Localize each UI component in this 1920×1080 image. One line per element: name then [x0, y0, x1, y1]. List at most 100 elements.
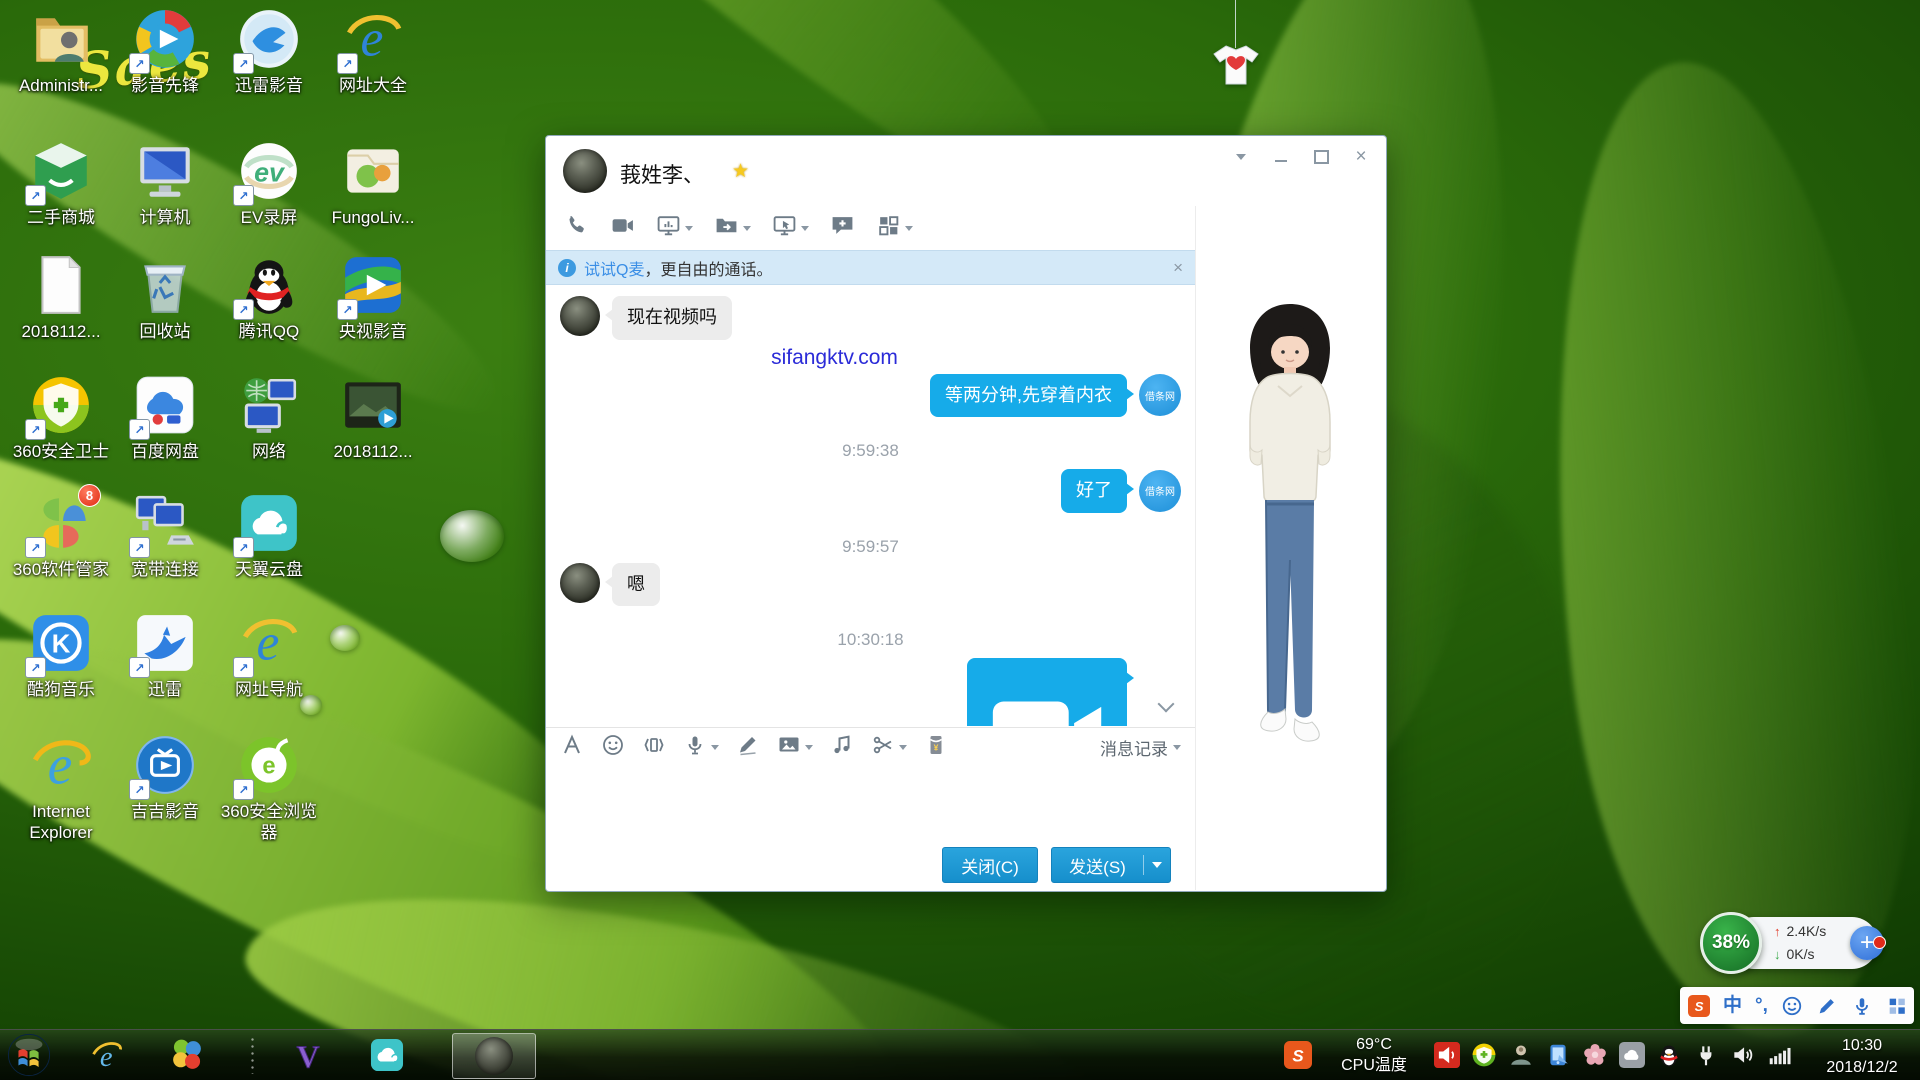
self-avatar[interactable]: 借条网 — [1139, 470, 1181, 512]
desktop-icon-baidu-13[interactable]: ↗百度网盘 — [114, 372, 216, 463]
ime-logo-icon[interactable]: S — [1688, 995, 1710, 1017]
screenshot-caret-icon[interactable] — [899, 745, 907, 750]
desktop-icon-network-14[interactable]: 网络 — [218, 372, 320, 463]
ime-mode-chinese[interactable]: 中 — [1723, 996, 1742, 1015]
message-bubble[interactable]: 嗯 — [612, 563, 660, 607]
font-format-button[interactable] — [560, 733, 584, 762]
desktop-icon-xunlei-20[interactable]: ↗迅雷 — [114, 610, 216, 701]
desktop-icon-jiji-23[interactable]: ↗吉吉影音 — [114, 732, 216, 823]
send-button[interactable]: 发送(S) — [1051, 847, 1171, 883]
peer-avatar[interactable] — [560, 296, 600, 336]
desktop-icon-ie-21[interactable]: e↗网址导航 — [218, 610, 320, 701]
more-apps-caret-icon[interactable] — [905, 226, 913, 231]
desktop-icon-ie-3[interactable]: e↗网址大全 — [322, 6, 424, 97]
desktop-icon-thunderPlay-2[interactable]: ↗迅雷影音 — [218, 6, 320, 97]
taskbar-v-app[interactable]: V — [288, 1035, 328, 1075]
send-file-caret-icon[interactable] — [743, 226, 751, 231]
desktop-icon-shield360-12[interactable]: ↗360安全卫士 — [10, 372, 112, 463]
red-packet-button[interactable]: ¥ — [924, 733, 948, 762]
power-tray-icon[interactable] — [1693, 1042, 1719, 1068]
desktop-icon-ev-6[interactable]: ev↗EV录屏 — [218, 138, 320, 229]
qq-tray-icon[interactable] — [1656, 1042, 1682, 1068]
taskbar-clock[interactable]: 10:30 2018/12/2 — [1812, 1035, 1912, 1078]
voice-call-button[interactable] — [564, 213, 589, 243]
send-image-caret-icon[interactable] — [805, 745, 813, 750]
ime-punctuation[interactable]: °, — [1755, 996, 1768, 1015]
voice-message-button[interactable] — [683, 733, 719, 762]
qmai-tip-link[interactable]: 试试Q麦 — [584, 256, 644, 280]
ime-voice-icon[interactable] — [1851, 995, 1873, 1017]
create-group-chat-button[interactable] — [830, 213, 855, 243]
contact-avatar[interactable] — [563, 149, 607, 193]
desktop-icon-cloudTeal-18[interactable]: ↗天翼云盘 — [218, 490, 320, 581]
desktop-icon-broadband-17[interactable]: ↗宽带连接 — [114, 490, 216, 581]
flower-app-tray-icon[interactable] — [1582, 1042, 1608, 1068]
net-speed-widget[interactable]: 38% ↑2.4K/s ↓0K/s + — [1700, 912, 1884, 974]
handwriting-button[interactable] — [736, 733, 760, 762]
send-image-button[interactable] — [777, 733, 813, 762]
music-share-button[interactable] — [830, 733, 854, 762]
desktop-icon-fungo-7[interactable]: FungoLiv... — [322, 138, 424, 229]
send-options-caret-icon[interactable] — [1144, 862, 1170, 868]
scroll-to-bottom-icon[interactable] — [1154, 696, 1180, 716]
screenshot-button[interactable] — [871, 733, 907, 762]
qq-show-panel[interactable] — [1195, 206, 1385, 890]
ime-handwriting-icon[interactable] — [1816, 995, 1838, 1017]
desktop-icon-doc-8[interactable]: 2018112... — [10, 252, 112, 343]
tip-close-icon[interactable] — [1173, 258, 1183, 278]
taskbar-ie[interactable]: e — [88, 1036, 126, 1074]
screen-share-button[interactable] — [656, 213, 693, 243]
maximize-button[interactable] — [1310, 147, 1332, 167]
desktop-icon-cctv-11[interactable]: ↗央视影音 — [322, 252, 424, 343]
volume-tray-icon[interactable] — [1730, 1042, 1756, 1068]
cloud-sync-tray-icon[interactable] — [1619, 1042, 1645, 1068]
desktop-icon-yingyin-1[interactable]: ↗影音先锋 — [114, 6, 216, 97]
message-input[interactable] — [546, 767, 1195, 837]
peer-avatar[interactable] — [560, 563, 600, 603]
send-button-label[interactable]: 发送(S) — [1052, 853, 1143, 878]
message-history-button[interactable]: 消息记录 — [1100, 735, 1181, 760]
minimize-button[interactable] — [1270, 147, 1292, 167]
send-file-button[interactable] — [714, 213, 751, 243]
video-call-button[interactable] — [610, 213, 635, 243]
desktop-icon-computer-5[interactable]: 计算机 — [114, 138, 216, 229]
ime-emoji-icon[interactable] — [1781, 995, 1803, 1017]
screen-share-caret-icon[interactable] — [685, 226, 693, 231]
desktop-icon-qq-10[interactable]: ↗腾讯QQ — [218, 252, 320, 343]
voice-message-caret-icon[interactable] — [711, 745, 719, 750]
desktop-icon-kugou-19[interactable]: K↗酷狗音乐 — [10, 610, 112, 701]
self-avatar[interactable]: 借条网 — [1139, 374, 1181, 416]
network-tray-icon[interactable] — [1767, 1042, 1793, 1068]
favorite-star-icon[interactable] — [732, 160, 749, 183]
desktop-icon-soft360-16[interactable]: ↗8360软件管家 — [10, 490, 112, 581]
memory-usage-ball[interactable]: 38% — [1700, 912, 1762, 974]
360-safety-tray-icon[interactable] — [1471, 1042, 1497, 1068]
chat-link-text[interactable]: sifangktv.com — [771, 346, 898, 370]
announcement-tray-icon[interactable] — [1434, 1042, 1460, 1068]
phone-assistant-tray-icon[interactable] — [1545, 1042, 1571, 1068]
window-menu-caret-icon[interactable] — [1230, 147, 1252, 167]
taskbar-active-chat[interactable] — [452, 1033, 536, 1079]
more-apps-button[interactable] — [876, 213, 913, 243]
desktop-icon-ieBig-22[interactable]: eInternet Explorer — [10, 732, 112, 843]
close-chat-button[interactable]: 关闭(C) — [942, 847, 1038, 883]
remote-desktop-caret-icon[interactable] — [801, 226, 809, 231]
taskbar-cloud-drive[interactable] — [368, 1036, 406, 1074]
desktop-icon-recycle-9[interactable]: 回收站 — [114, 252, 216, 343]
close-window-button[interactable] — [1350, 147, 1372, 167]
message-bubble[interactable]: 现在视频吗 — [612, 296, 732, 340]
chat-titlebar[interactable]: 莪姓李、 — [546, 136, 1386, 206]
start-button[interactable] — [6, 1032, 52, 1078]
desktop-icon-videoThumb-15[interactable]: 2018112... — [322, 372, 424, 463]
message-bubble[interactable]: 好了 — [1061, 469, 1127, 513]
desktop-icon-folderUser-0[interactable]: Administr... — [10, 6, 112, 97]
assistant-tray-icon[interactable] — [1508, 1042, 1534, 1068]
remote-desktop-button[interactable] — [772, 213, 809, 243]
call-record-bubble[interactable]: 通话时长 28:49 — [967, 658, 1127, 726]
message-bubble[interactable]: 等两分钟,先穿着内衣 — [930, 374, 1127, 418]
window-shake-button[interactable] — [642, 733, 666, 762]
desktop-icon-greenBox-4[interactable]: ↗二手商城 — [10, 138, 112, 229]
emoticon-button[interactable] — [601, 733, 625, 762]
taskbar-sogou-browser[interactable] — [168, 1036, 206, 1074]
ime-keyboard-icon[interactable] — [1886, 995, 1908, 1017]
